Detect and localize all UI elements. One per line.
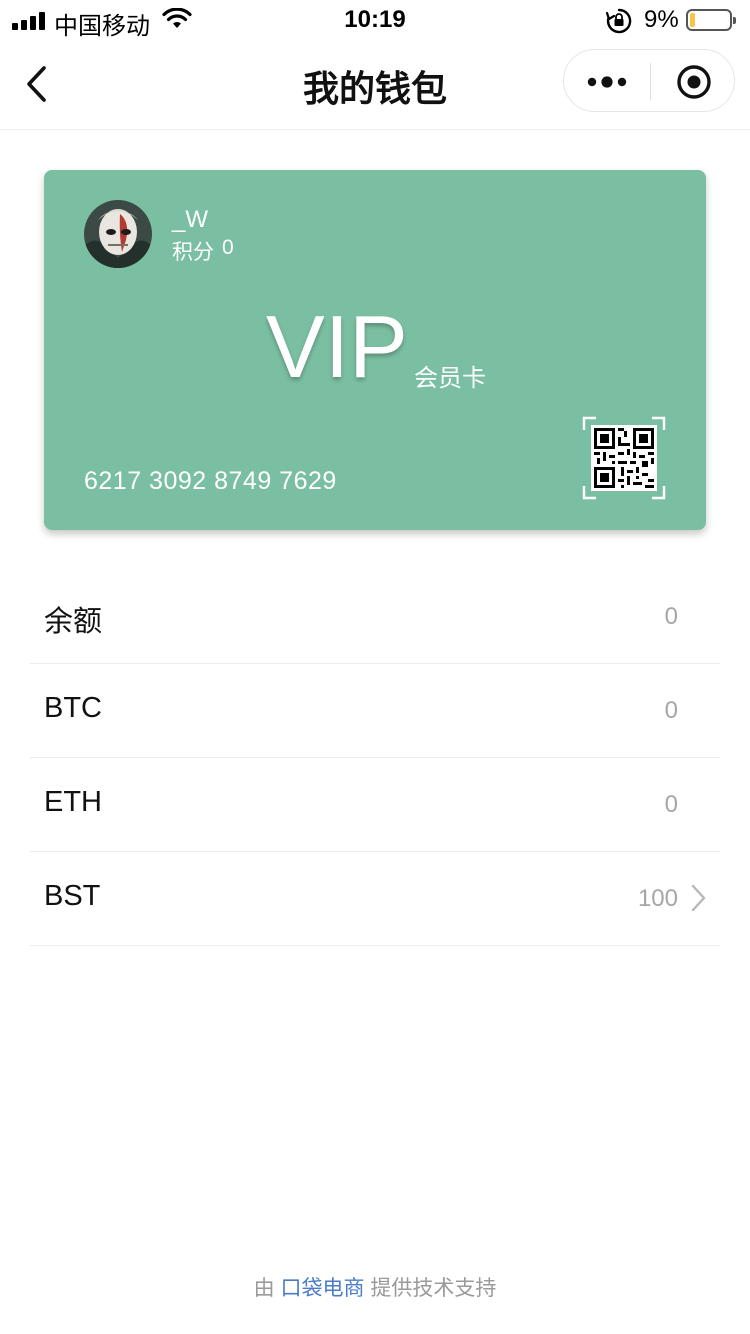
vip-member-card[interactable]: _W 积分 0 VIP 会员卡 6217 3092 8749 7629 [44,170,706,530]
points-row: 积分 0 [172,236,234,266]
asset-list: 余额 0 BTC 0 ETH 0 BST 100 [30,570,720,946]
footer-suffix: 提供技术支持 [370,1277,497,1300]
member-card-label: 会员卡 [414,365,486,392]
list-item-balance[interactable]: 余额 0 [30,570,720,664]
list-item-value: 0 [664,697,678,724]
list-item-label: 余额 [44,606,103,638]
list-item-label: ETH [44,786,102,818]
card-number: 6217 3092 8749 7629 [84,467,337,495]
list-item-value: 0 [664,791,678,818]
list-item-label: BTC [44,692,102,724]
more-dots-icon [587,75,627,88]
mini-program-capsule [563,49,735,112]
list-item-label: BST [44,880,101,912]
more-button[interactable] [564,50,650,113]
battery-level-fill [690,13,695,27]
list-item-eth[interactable]: ETH 0 [30,758,720,852]
battery-percent: 9% [644,6,679,33]
target-close-icon [676,64,711,99]
status-time: 10:19 [344,6,406,33]
footer-brand-link[interactable]: 口袋电商 [281,1277,365,1300]
chevron-right-icon [691,884,706,912]
points-value: 0 [222,236,234,259]
list-item-bst[interactable]: BST 100 [30,852,720,946]
navigation-bar: 我的钱包 [0,40,750,130]
status-bar: 中国移动 10:19 9% [0,0,750,40]
list-item-btc[interactable]: BTC 0 [30,664,720,758]
avatar[interactable] [84,200,152,268]
username: _W [172,206,208,233]
points-label: 积分 [172,241,214,264]
qr-code-button[interactable] [582,416,666,500]
list-item-value: 0 [664,603,678,630]
battery-icon [686,9,736,31]
footer-prefix: 由 [253,1277,275,1300]
vip-label: VIP [266,297,408,396]
qr-code-icon [591,425,657,491]
footer-credit: 由 口袋电商 提供技术支持 [0,1272,750,1302]
list-item-value: 100 [637,885,678,912]
orientation-lock-icon [605,8,632,39]
close-button[interactable] [651,50,736,113]
